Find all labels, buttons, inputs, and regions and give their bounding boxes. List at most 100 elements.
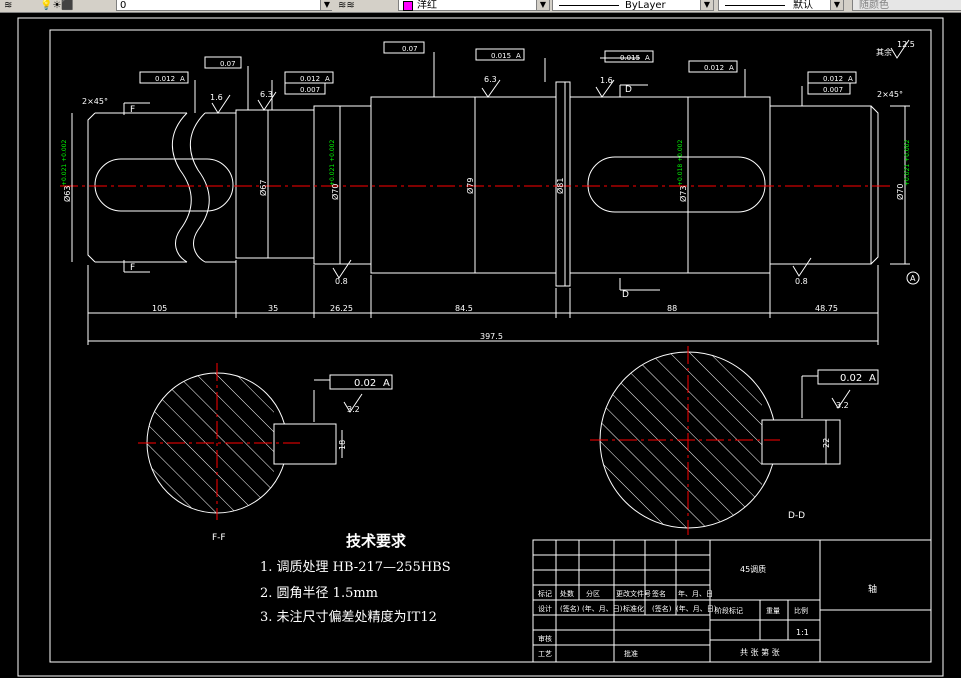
tolerance-texts: +0.021 +0.002 +0.021 +0.002 +0.018 +0.00… (61, 140, 911, 186)
gdt-datum: A (180, 75, 185, 83)
tb-label: 阶段标记 (715, 606, 743, 615)
tb-label: 签名 (652, 589, 666, 598)
chevron-down-icon[interactable]: ▼ (320, 0, 333, 10)
tol-left: +0.021 +0.002 (61, 140, 68, 186)
lineweight-sample (725, 5, 785, 6)
title-block (532, 539, 932, 663)
tol-key: +0.018 +0.002 (677, 140, 684, 186)
dim-397: 397.5 (480, 332, 503, 341)
drawing-frame (49, 29, 932, 663)
tb-label: 分区 (586, 589, 600, 598)
dim-35: 35 (268, 304, 278, 313)
gdt-value: 0.007 (823, 86, 843, 94)
section-label: F (130, 105, 135, 115)
tb-label: (签名) (652, 604, 672, 613)
tech-title: 技术要求 (346, 532, 407, 550)
tb-label: 工艺 (538, 650, 552, 658)
dim-dia79: Ø79 (465, 178, 475, 194)
tol-seat: +0.021 +0.002 (329, 140, 336, 186)
tb-label: 标准化 (623, 604, 644, 613)
layer-value: 0 (120, 0, 127, 11)
gdt-value: 0.012 (823, 75, 843, 83)
color-dropdown[interactable]: 洋红 (398, 0, 550, 11)
dim-26: 26.25 (330, 304, 353, 313)
tb-label: (签名) (560, 604, 580, 613)
roughness-symbols (211, 39, 910, 413)
gdt-datum: A (869, 373, 876, 384)
roughness-value: 3.2 (347, 405, 360, 414)
sheet-border (17, 17, 944, 677)
section-label: D (622, 290, 629, 300)
tb-material: 45调质 (740, 564, 766, 574)
tb-label: 比例 (794, 606, 808, 615)
color-value: 洋红 (417, 0, 437, 11)
tol-right: +0.021 +0.002 (904, 140, 911, 186)
roughness-value: 0.8 (795, 277, 808, 286)
tb-label: 年、月、日 (678, 589, 713, 598)
chamfer-left: 2×45° (82, 97, 108, 106)
dim-dia67: Ø67 (258, 180, 268, 196)
gdt-frames (139, 41, 879, 390)
shaft-outline (87, 81, 879, 287)
dim-105: 105 (152, 304, 167, 313)
roughness-value: 1.6 (210, 93, 223, 102)
dim-key22: 22 (822, 438, 831, 448)
gdt-value: 0.07 (220, 60, 236, 68)
tb-label: 批准 (624, 649, 638, 658)
drawing-canvas[interactable]: 105 35 26.25 84.5 88 48.75 397.5 Ø63 Ø67… (0, 13, 961, 678)
gdt-value: 0.012 (704, 64, 724, 72)
gdt-datum: A (516, 52, 521, 60)
dim-dia81: Ø81 (555, 178, 565, 194)
roughness-rest-label: 其余 (876, 47, 892, 57)
dim-88: 88 (667, 304, 677, 313)
layer-state-icons: 💡☀⬛ (40, 0, 74, 11)
section-title: D-D (788, 511, 805, 521)
chamfer-right: 2×45° (877, 90, 903, 99)
dim-48: 48.75 (815, 304, 838, 313)
chevron-down-icon[interactable]: ▼ (536, 0, 549, 10)
tb-label: (年、月、日) (582, 604, 623, 613)
titleblock-texts: 标记 处数 分区 更改文件号 签名 年、月、日 设计 (签名) (年、月、日) … (538, 564, 877, 658)
tech-item: 1. 调质处理 HB-217—255HBS (260, 560, 451, 575)
layer-tools-icon[interactable]: ≋≋ (338, 0, 378, 11)
roughness-texts: 1.6 6.3 6.3 1.6 0.8 0.8 3.2 3.2 12.5 其余 (210, 40, 915, 414)
gdt-value: 0.015 (620, 54, 640, 62)
layer-manager-icon[interactable]: ≋ (4, 0, 18, 11)
roughness-value: 6.3 (484, 75, 497, 84)
linetype-dropdown[interactable]: ByLayer (552, 0, 714, 11)
gdt-value: 0.02 (354, 378, 376, 389)
tb-sheet-info: 共 张 第 张 (740, 647, 780, 657)
dim-84: 84.5 (455, 304, 473, 313)
layer-dropdown[interactable]: 0 (116, 0, 332, 11)
plotstyle-dropdown[interactable]: 随颜色 (852, 0, 961, 11)
tech-item: 3. 未注尺寸偏差处精度为IT12 (260, 610, 437, 625)
tech-item: 2. 圆角半径 1.5mm (260, 586, 378, 601)
gdt-value: 0.02 (840, 373, 862, 384)
gdt-value: 0.07 (402, 45, 418, 53)
gdt-value: 0.007 (300, 86, 320, 94)
roughness-value: 0.8 (335, 277, 348, 286)
tb-label: 设计 (538, 604, 552, 613)
section-title: F-F (212, 533, 226, 543)
gdt-value: 0.012 (300, 75, 320, 83)
tb-label: (年、月、日) (676, 604, 717, 613)
section-label: F (130, 263, 135, 273)
gdt-value: 0.015 (491, 52, 511, 60)
dim-dia73: Ø73 (678, 186, 688, 202)
dim-key18: 18 (338, 440, 347, 450)
gdt-datum: A (383, 378, 390, 389)
gdt-datum: A (729, 64, 734, 72)
toolbar: ≋ 💡☀⬛ 0 ▼ ≋≋ 洋红 ▼ ByLayer ▼ 默认 ▼ 随颜色 (0, 0, 961, 13)
chevron-down-icon[interactable]: ▼ (830, 0, 843, 10)
tb-label: 更改文件号 (616, 589, 651, 598)
gdt-datum: A (325, 75, 330, 83)
gdt-datum: A (645, 54, 650, 62)
tb-part-name: 轴 (868, 583, 877, 595)
linetype-sample (559, 5, 619, 6)
lineweight-dropdown[interactable]: 默认 (718, 0, 844, 11)
lineweight-value: 默认 (793, 0, 813, 11)
chevron-down-icon[interactable]: ▼ (700, 0, 713, 10)
tb-label: 处数 (560, 589, 574, 598)
gdt-datum: A (848, 75, 853, 83)
roughness-value: 6.3 (260, 90, 273, 99)
